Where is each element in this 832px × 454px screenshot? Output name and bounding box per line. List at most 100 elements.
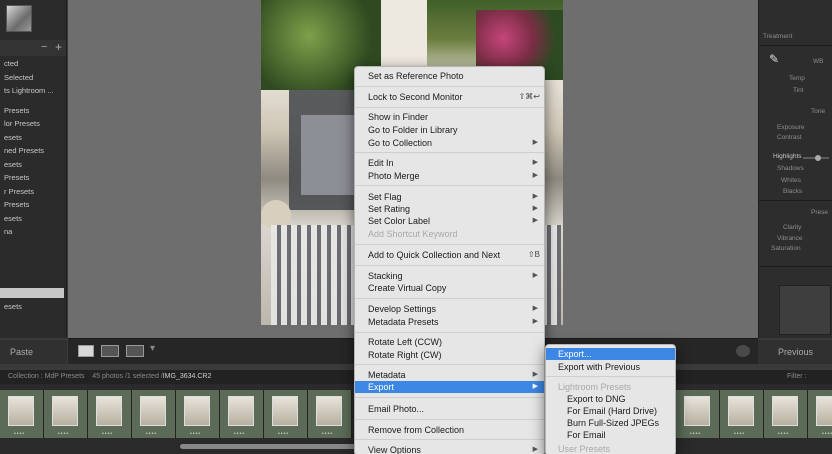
list-item[interactable]: r Presets (0, 185, 64, 199)
collection-source[interactable]: Collection : MdP Presets (8, 373, 85, 380)
submenu-arrow-icon: ▶ (532, 172, 538, 179)
highlights-slider-knob[interactable] (815, 155, 821, 161)
filmstrip-thumbnail[interactable]: •••• (764, 390, 808, 438)
filmstrip-thumbnail[interactable]: •••• (264, 390, 308, 438)
chevron-down-icon[interactable]: ▾ (150, 343, 155, 354)
filmstrip-thumbnail[interactable]: •••• (220, 390, 264, 438)
menu-item-create-virtual-copy[interactable]: Create Virtual Copy (355, 282, 544, 294)
list-item[interactable]: Selected (0, 71, 64, 85)
filmstrip-thumbnail[interactable]: •••• (0, 390, 44, 438)
list-item[interactable]: esets (0, 158, 64, 172)
filmstrip-thumbnail[interactable]: •••• (132, 390, 176, 438)
export-submenu: Export... Export with Previous Lightroom… (545, 344, 676, 454)
menu-item-label: Set as Reference Photo (368, 71, 464, 81)
list-item[interactable]: cted (0, 57, 64, 71)
list-item[interactable]: esets (0, 131, 64, 145)
menu-item-lock-to-second-monitor[interactable]: Lock to Second Monitor ⇧⌘↩ (355, 91, 544, 103)
filmstrip-thumbnail[interactable]: •••• (308, 390, 352, 438)
menu-item-metadata[interactable]: Metadata ▶ (355, 369, 544, 381)
menu-item-show-in-finder[interactable]: Show in Finder (355, 111, 544, 123)
tone-curve-preview (779, 285, 831, 335)
menu-item-label: Rotate Right (CW) (368, 350, 442, 360)
filmstrip-thumbnail[interactable]: •••• (88, 390, 132, 438)
submenu-arrow-icon: ▶ (532, 139, 538, 146)
menu-item-label: Add to Quick Collection and Next (368, 250, 501, 260)
menu-item-set-rating[interactable]: Set Rating ▶ (355, 203, 544, 215)
presence-label: Prese (811, 209, 828, 216)
menu-item-set-as-reference-photo[interactable]: Set as Reference Photo (355, 70, 544, 82)
shortcut-label: ⇧⌘↩ (518, 92, 540, 101)
list-item[interactable]: lor Presets (0, 117, 64, 131)
list-item[interactable]: ts Lightroom ... (0, 84, 64, 98)
navigator-thumbnail[interactable] (6, 5, 32, 32)
menu-item-label: Metadata (368, 370, 406, 380)
menu-item-view-options[interactable]: View Options ▶ (355, 444, 544, 454)
filter-label[interactable]: Filter : (787, 370, 806, 384)
paste-button[interactable]: Paste (0, 340, 67, 364)
filmstrip-thumbnail[interactable]: •••• (720, 390, 764, 438)
menu-separator (355, 244, 544, 245)
before-after-icon[interactable] (101, 345, 119, 357)
menu-item-go-to-collection[interactable]: Go to Collection ▶ (355, 137, 544, 149)
menu-item-export[interactable]: Export ▶ (355, 381, 544, 393)
list-item[interactable]: ned Presets (0, 144, 64, 158)
menu-item-remove-from-collection[interactable]: Remove from Collection (355, 424, 544, 436)
filmstrip-thumbnail[interactable]: •••• (676, 390, 720, 438)
menu-separator (546, 376, 675, 377)
previous-button[interactable]: Previous (758, 340, 832, 364)
menu-item-label: User Presets (558, 444, 611, 454)
collapse-icon[interactable]: − (41, 41, 47, 53)
submenu-item-burn-full-sized-jpegs[interactable]: Burn Full-Sized JPEGs (546, 417, 675, 429)
compare-view-icon[interactable] (126, 345, 144, 357)
menu-separator (355, 364, 544, 365)
eyedropper-icon[interactable]: ✎ (769, 52, 783, 66)
submenu-item-export-with-previous[interactable]: Export with Previous (546, 361, 675, 373)
list-item[interactable]: Presets (0, 171, 64, 185)
list-item[interactable]: Presets (0, 104, 64, 118)
menu-separator (355, 185, 544, 186)
menu-item-label: Set Flag (368, 192, 402, 202)
temp-label: Temp (789, 75, 805, 82)
selected-filename[interactable]: IMG_3634.CR2 (163, 373, 212, 380)
collections-header: − + (0, 40, 66, 56)
list-item[interactable]: na (0, 225, 64, 239)
menu-item-edit-in[interactable]: Edit In ▶ (355, 157, 544, 169)
menu-item-go-to-folder[interactable]: Go to Folder in Library (355, 124, 544, 136)
list-item[interactable]: esets (0, 212, 64, 226)
filmstrip-thumbnail[interactable]: •••• (176, 390, 220, 438)
menu-item-rotate-right[interactable]: Rotate Right (CW) (355, 349, 544, 361)
list-item[interactable]: Presets (0, 198, 64, 212)
presets-label[interactable]: esets (4, 302, 22, 311)
submenu-arrow-icon: ▶ (532, 446, 538, 453)
menu-item-email-photo[interactable]: Email Photo... (355, 403, 544, 415)
shortcut-label: ⇧B (527, 250, 540, 259)
loupe-view-icon[interactable] (78, 345, 94, 357)
left-panel: − + cted Selected ts Lightroom ... Prese… (0, 0, 67, 338)
submenu-item-for-email-hard-drive[interactable]: For Email (Hard Drive) (546, 405, 675, 417)
submenu-arrow-icon: ▶ (532, 159, 538, 166)
selected-collection[interactable] (0, 288, 64, 298)
menu-item-stacking[interactable]: Stacking ▶ (355, 270, 544, 282)
filmstrip-thumbnail[interactable]: •••• (808, 390, 832, 438)
menu-item-label: Export (368, 382, 395, 392)
toolbar-toggle-icon[interactable] (736, 345, 750, 357)
menu-item-label: Edit In (368, 158, 394, 168)
submenu-item-export-to-dng[interactable]: Export to DNG (546, 393, 675, 405)
menu-item-metadata-presets[interactable]: Metadata Presets ▶ (355, 316, 544, 328)
submenu-item-export[interactable]: Export... (546, 348, 675, 360)
submenu-item-for-email[interactable]: For Email (546, 429, 675, 441)
submenu-arrow-icon: ▶ (532, 318, 538, 325)
filmstrip-thumbnail[interactable]: •••• (44, 390, 88, 438)
submenu-arrow-icon: ▶ (532, 371, 538, 378)
menu-item-add-to-quick-collection[interactable]: Add to Quick Collection and Next ⇧B (355, 249, 544, 261)
add-icon[interactable]: + (55, 40, 62, 54)
submenu-heading-lightroom-presets: Lightroom Presets (546, 381, 675, 393)
menu-item-photo-merge[interactable]: Photo Merge ▶ (355, 170, 544, 182)
saturation-label: Saturation (771, 245, 801, 252)
menu-item-label: Set Color Label (368, 216, 431, 226)
menu-item-set-color-label[interactable]: Set Color Label ▶ (355, 215, 544, 227)
menu-item-develop-settings[interactable]: Develop Settings ▶ (355, 303, 544, 315)
menu-item-rotate-left[interactable]: Rotate Left (CCW) (355, 336, 544, 348)
divider (759, 45, 832, 46)
menu-item-set-flag[interactable]: Set Flag ▶ (355, 191, 544, 203)
